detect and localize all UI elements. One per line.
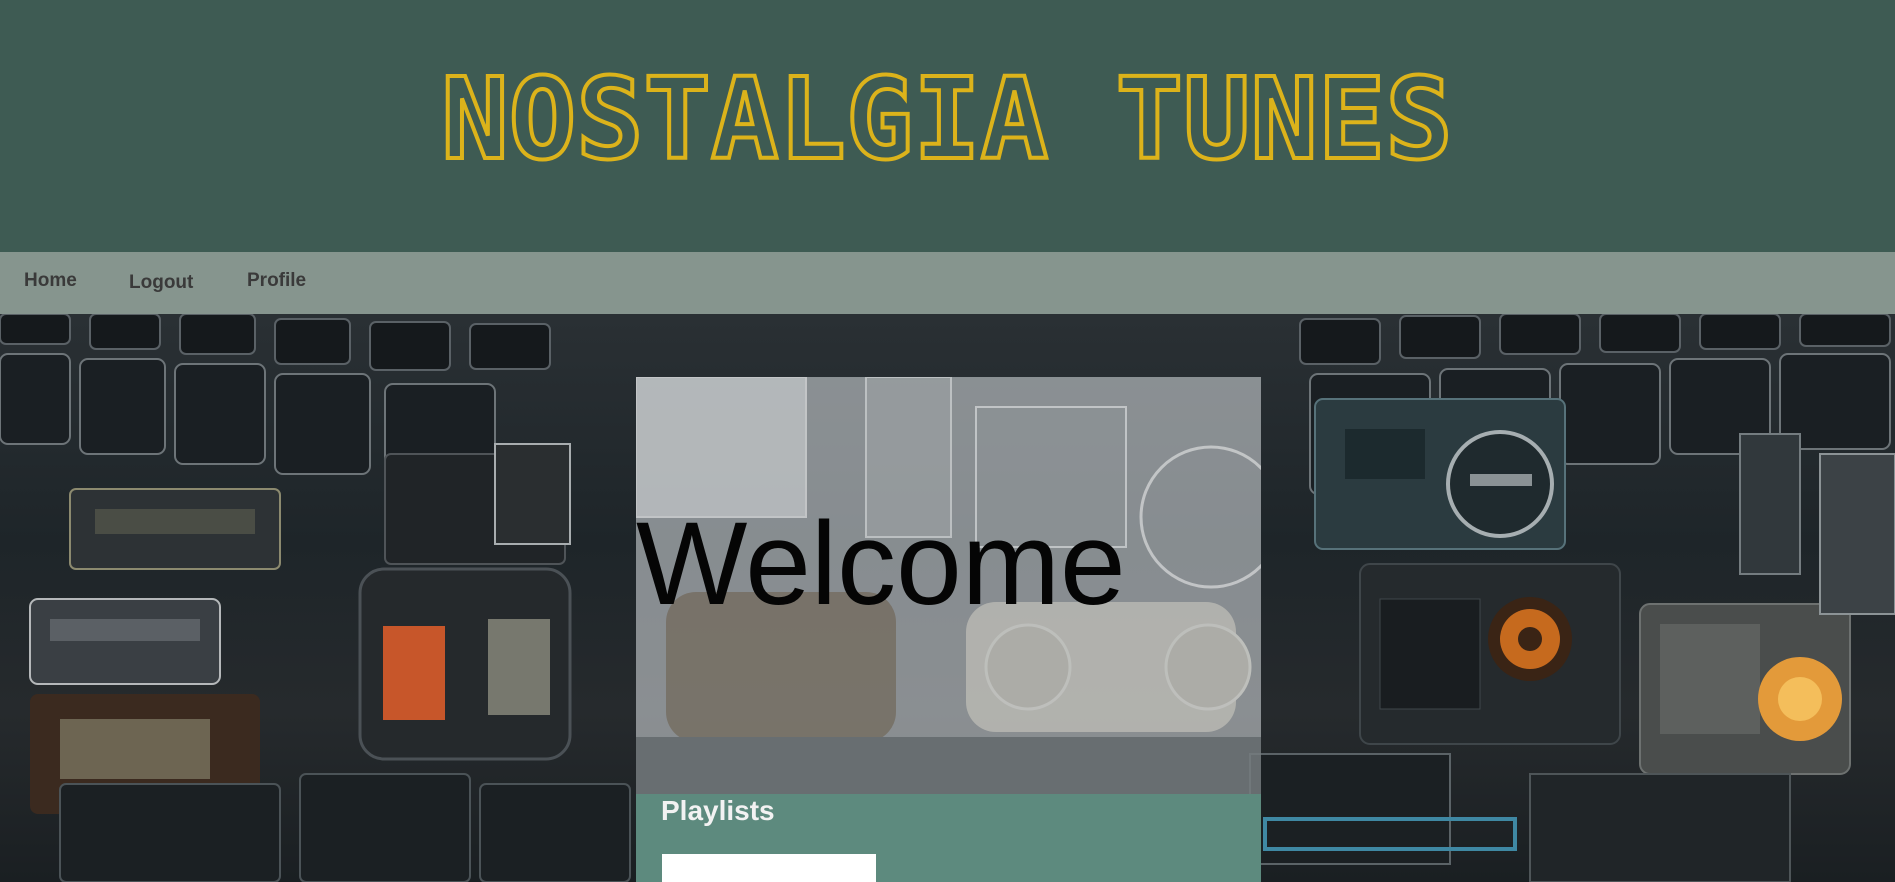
nav-bar: Home Logout Profile xyxy=(0,252,1895,314)
site-title-svg: NOSTALGIA TUNES NOSTALGIA TUNES xyxy=(439,56,1454,176)
nav-logout-link[interactable]: Logout xyxy=(129,272,193,294)
nav-home-link[interactable]: Home xyxy=(24,270,77,292)
playlist-item[interactable] xyxy=(662,854,876,882)
nav-profile-link[interactable]: Profile xyxy=(247,270,306,292)
site-title-inner-outline: NOSTALGIA TUNES xyxy=(441,56,1452,176)
site-header: NOSTALGIA TUNES NOSTALGIA TUNES xyxy=(0,0,1895,252)
site-title-logo: NOSTALGIA TUNES NOSTALGIA TUNES xyxy=(0,56,1895,176)
playlists-heading: Playlists xyxy=(661,795,775,826)
welcome-heading: Welcome xyxy=(636,498,1126,630)
